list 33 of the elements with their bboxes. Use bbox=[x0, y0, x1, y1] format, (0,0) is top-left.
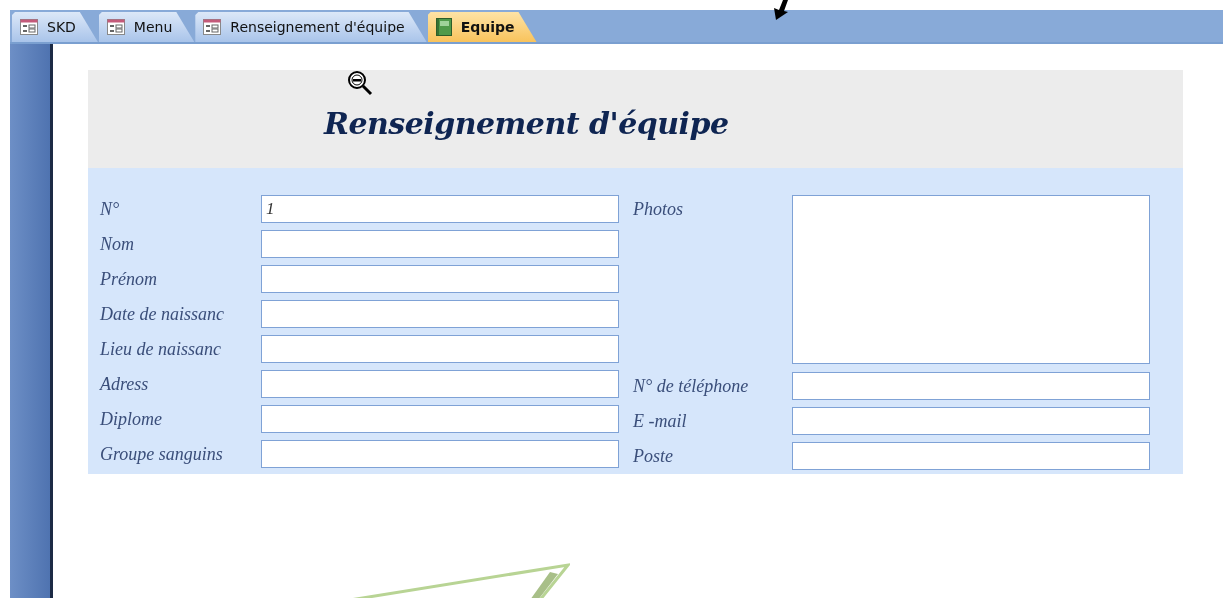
input-field[interactable]: 1 bbox=[261, 195, 619, 223]
input-field[interactable] bbox=[261, 300, 619, 328]
tab[interactable]: Equipe bbox=[427, 12, 537, 42]
form-icon bbox=[203, 19, 222, 35]
form-title: Renseignement d'équipe bbox=[324, 105, 729, 141]
input-field[interactable] bbox=[261, 230, 619, 258]
field-label: N° de téléphone bbox=[633, 375, 750, 397]
input-field[interactable] bbox=[261, 265, 619, 293]
input-field[interactable] bbox=[792, 372, 1150, 400]
tab[interactable]: Menu bbox=[98, 12, 195, 42]
form-icon bbox=[106, 19, 125, 35]
notebook-icon bbox=[435, 18, 452, 36]
field-label: E -mail bbox=[633, 410, 688, 432]
field-label: Prénom bbox=[100, 268, 158, 290]
tab[interactable]: Renseignement d'équipe bbox=[195, 12, 427, 42]
field-label: Lieu de naissanc bbox=[100, 338, 222, 360]
field-label: Diplome bbox=[100, 408, 163, 430]
form-icon bbox=[20, 19, 38, 35]
input-field[interactable] bbox=[261, 405, 619, 433]
pointer-arrow bbox=[774, 0, 788, 20]
field-label: Date de naissanc bbox=[100, 303, 225, 325]
input-field[interactable] bbox=[261, 440, 619, 468]
field-label: Poste bbox=[633, 445, 674, 467]
input-field[interactable] bbox=[792, 407, 1150, 435]
input-field[interactable] bbox=[792, 442, 1150, 470]
input-field[interactable] bbox=[261, 370, 619, 398]
tab[interactable]: SKD bbox=[12, 12, 98, 42]
field-label: Adress bbox=[100, 373, 150, 395]
input-field[interactable] bbox=[261, 335, 619, 363]
field-label: N° bbox=[100, 198, 121, 220]
field-label: Groupe sanguins bbox=[100, 443, 224, 465]
field-label: Nom bbox=[100, 233, 135, 255]
field-label: Photos bbox=[633, 198, 684, 220]
